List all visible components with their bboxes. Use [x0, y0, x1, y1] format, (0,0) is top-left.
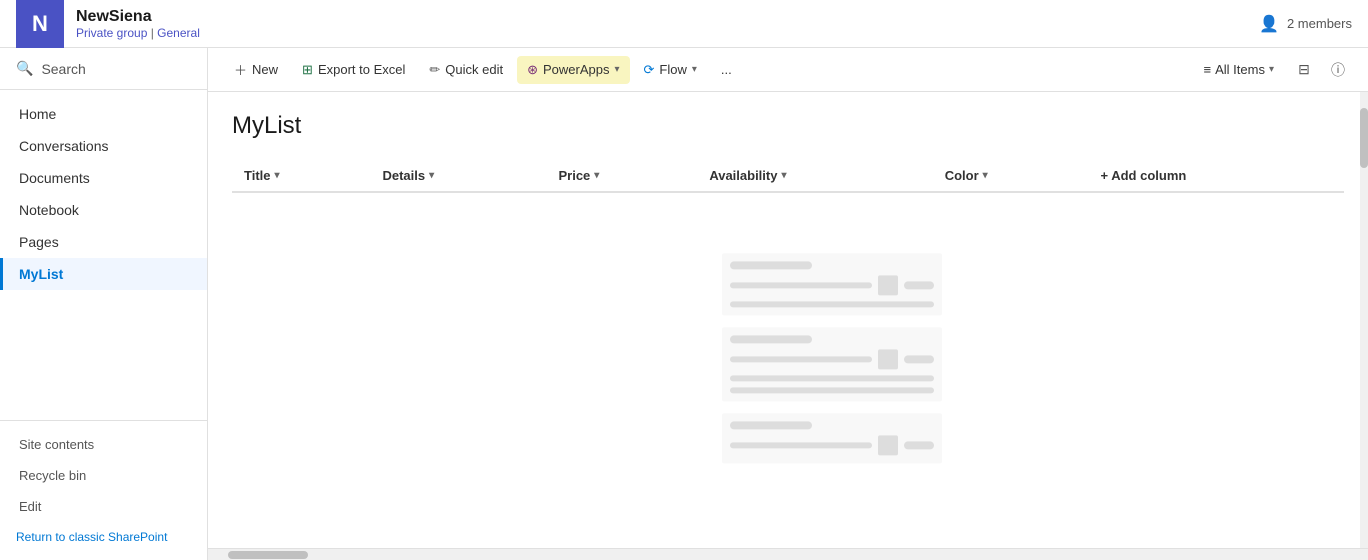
- sidebar-item-notebook[interactable]: Notebook: [0, 194, 207, 226]
- toolbar: ＋ New ⊞ Export to Excel ✏ Quick edit ⊛ P…: [208, 48, 1368, 92]
- new-button[interactable]: ＋ New: [224, 54, 288, 85]
- skeleton-line: [730, 301, 934, 307]
- sidebar: 🔍 Search Home Conversations Documents No…: [0, 48, 208, 560]
- skeleton-row-1: [722, 253, 942, 315]
- skeleton-loading: [722, 253, 942, 475]
- flow-button[interactable]: ⟳ Flow ▾: [634, 56, 707, 84]
- header-right: 👤 2 members: [1259, 14, 1352, 34]
- excel-icon: ⊞: [302, 62, 313, 78]
- content-area: MyList Title ▾ Details ▾: [208, 92, 1368, 548]
- flow-icon: ⟳: [644, 62, 655, 78]
- nav-items: Home Conversations Documents Notebook Pa…: [0, 90, 207, 420]
- pencil-icon: ✏: [429, 62, 440, 78]
- availability-sort-icon: ▾: [781, 170, 786, 181]
- return-classic-link[interactable]: Return to classic SharePoint: [0, 522, 207, 552]
- skeleton-line: [904, 441, 934, 449]
- skeleton-line: [904, 355, 934, 363]
- sidebar-item-mylist[interactable]: MyList: [0, 258, 207, 290]
- skeleton-line: [904, 281, 934, 289]
- sidebar-item-site-contents[interactable]: Site contents: [0, 429, 207, 460]
- sidebar-item-home[interactable]: Home: [0, 98, 207, 130]
- sidebar-item-conversations[interactable]: Conversations: [0, 130, 207, 162]
- powerapps-icon: ⊛: [527, 62, 538, 78]
- search-label: Search: [41, 61, 85, 77]
- site-section-link[interactable]: General: [157, 26, 200, 40]
- site-name: NewSiena: [76, 8, 200, 26]
- site-meta: Private group | General: [76, 26, 200, 40]
- sidebar-item-recycle-bin[interactable]: Recycle bin: [0, 460, 207, 491]
- skeleton-line: [730, 356, 872, 362]
- more-button[interactable]: ...: [711, 56, 742, 83]
- quick-edit-button[interactable]: ✏ Quick edit: [419, 56, 513, 84]
- view-chevron: ▾: [1269, 64, 1274, 75]
- view-selector[interactable]: ≡ All Items ▾: [1194, 56, 1284, 83]
- sidebar-item-pages[interactable]: Pages: [0, 226, 207, 258]
- flow-chevron: ▾: [692, 64, 697, 75]
- price-sort-icon: ▾: [594, 170, 599, 181]
- site-logo[interactable]: N: [16, 0, 64, 48]
- plus-icon: ＋: [234, 60, 247, 79]
- skeleton-line: [730, 375, 934, 381]
- skeleton-line: [730, 387, 934, 393]
- site-info: NewSiena Private group | General: [76, 8, 200, 40]
- details-sort-icon: ▾: [429, 170, 434, 181]
- skeleton-line: [730, 261, 812, 269]
- title-sort-icon: ▾: [275, 170, 280, 181]
- export-excel-button[interactable]: ⊞ Export to Excel: [292, 56, 415, 84]
- add-column-button[interactable]: + Add column: [1089, 160, 1345, 192]
- skeleton-line: [730, 442, 872, 448]
- main-content: ＋ New ⊞ Export to Excel ✏ Quick edit ⊛ P…: [208, 48, 1368, 560]
- members-icon: 👤: [1259, 14, 1279, 34]
- list-table: Title ▾ Details ▾ Price: [232, 160, 1344, 193]
- col-availability[interactable]: Availability ▾: [697, 160, 932, 192]
- col-color[interactable]: Color ▾: [933, 160, 1089, 192]
- skeleton-box: [878, 349, 898, 369]
- skeleton-line: [730, 421, 812, 429]
- col-title[interactable]: Title ▾: [232, 160, 370, 192]
- list-title: MyList: [232, 112, 1344, 140]
- powerapps-button[interactable]: ⊛ PowerApps ▾: [517, 56, 629, 84]
- horizontal-scrollbar-thumb[interactable]: [228, 551, 308, 559]
- filter-button[interactable]: ⊟: [1290, 56, 1318, 84]
- info-button[interactable]: ⓘ: [1324, 56, 1352, 84]
- search-icon: 🔍: [16, 60, 33, 77]
- members-label[interactable]: 2 members: [1287, 16, 1352, 31]
- main-layout: 🔍 Search Home Conversations Documents No…: [0, 48, 1368, 560]
- horizontal-scrollbar[interactable]: [208, 548, 1368, 560]
- skeleton-row-2: [722, 327, 942, 401]
- sidebar-item-documents[interactable]: Documents: [0, 162, 207, 194]
- site-header: N NewSiena Private group | General 👤 2 m…: [0, 0, 1368, 48]
- sidebar-footer: Site contents Recycle bin Edit Return to…: [0, 420, 207, 560]
- scrollbar-thumb[interactable]: [1360, 108, 1368, 168]
- skeleton-box: [878, 275, 898, 295]
- col-details[interactable]: Details ▾: [370, 160, 546, 192]
- color-sort-icon: ▾: [983, 170, 988, 181]
- skeleton-line: [730, 335, 812, 343]
- powerapps-chevron: ▾: [614, 64, 619, 75]
- skeleton-box: [878, 435, 898, 455]
- skeleton-line: [730, 282, 872, 288]
- skeleton-row-3: [722, 413, 942, 463]
- search-bar[interactable]: 🔍 Search: [0, 48, 207, 90]
- filter-lines-icon: ≡: [1204, 62, 1212, 77]
- scrollbar-track[interactable]: [1360, 92, 1368, 548]
- toolbar-right: ≡ All Items ▾ ⊟ ⓘ: [1194, 56, 1352, 84]
- sidebar-item-edit[interactable]: Edit: [0, 491, 207, 522]
- col-price[interactable]: Price ▾: [546, 160, 697, 192]
